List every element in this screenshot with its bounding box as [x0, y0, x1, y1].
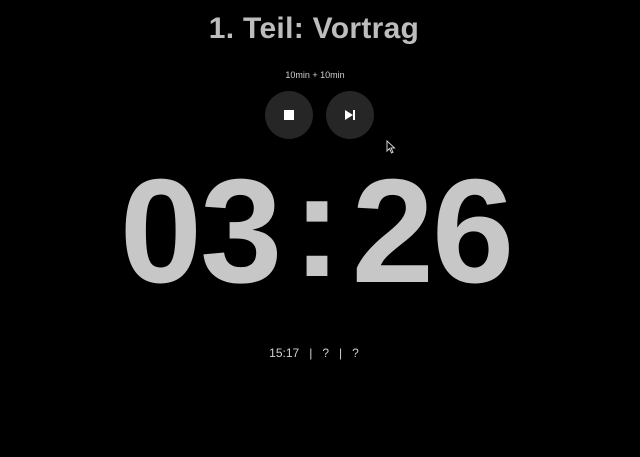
countdown-timer: 03 : 26: [100, 152, 532, 312]
timer-separator: :: [292, 143, 341, 308]
page-title: 1. Teil: Vortrag: [208, 12, 420, 45]
current-time: 15:17: [269, 346, 300, 360]
status-line: 15:17 |? |?: [0, 346, 628, 360]
duration-subtitle: 10min + 10min: [285, 70, 345, 80]
footer-separator: |: [309, 346, 313, 360]
stop-icon: [284, 110, 294, 120]
skip-next-button[interactable]: [326, 91, 374, 139]
skip-next-icon: [345, 110, 355, 120]
footer-separator: |: [339, 346, 343, 360]
timer-minutes: 03: [119, 149, 283, 314]
footer-value-3: ?: [352, 346, 359, 360]
stop-button[interactable]: [265, 91, 313, 139]
timer-seconds: 26: [351, 149, 515, 314]
footer-value-2: ?: [322, 346, 330, 360]
